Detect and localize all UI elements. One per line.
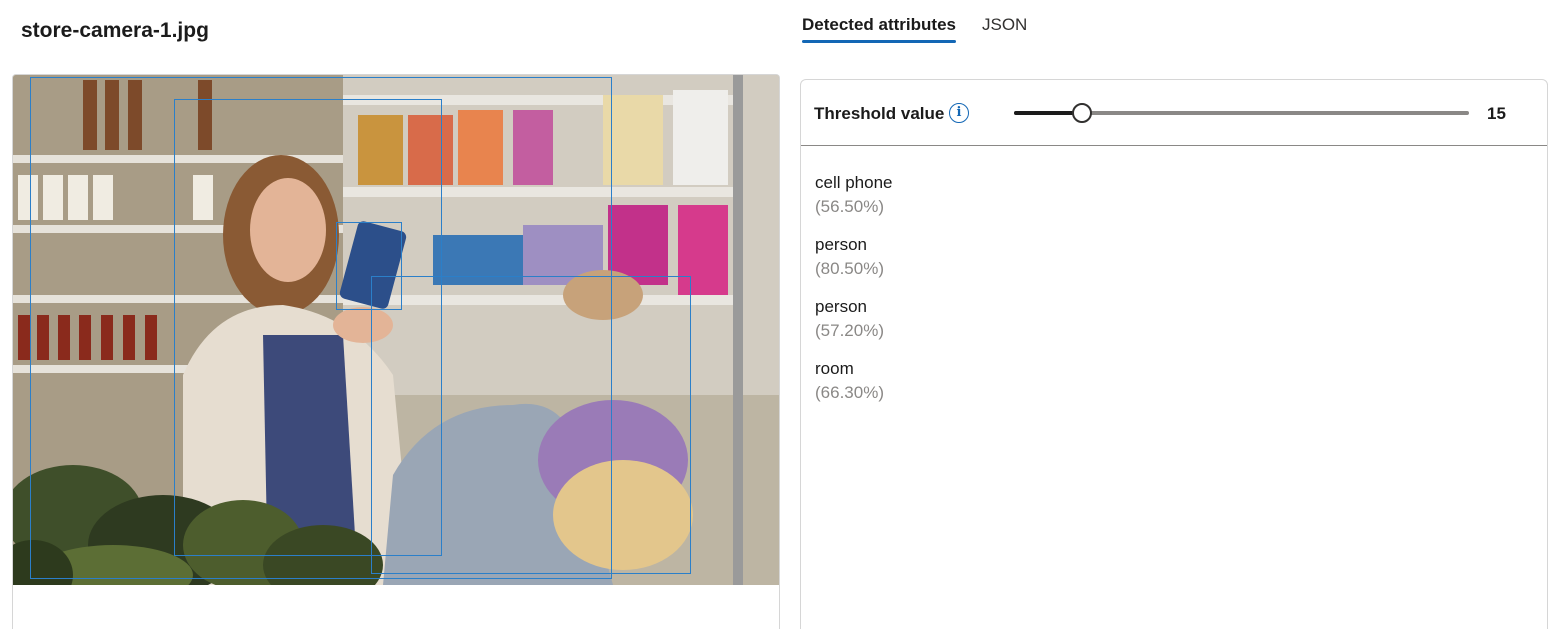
slider-thumb[interactable] bbox=[1072, 103, 1093, 123]
attribute-name: person bbox=[815, 235, 867, 254]
tab-json[interactable]: JSON bbox=[982, 0, 1027, 46]
threshold-value: 15 bbox=[1487, 104, 1506, 123]
threshold-label: Threshold value bbox=[814, 104, 945, 123]
attribute-item: room (66.30%) bbox=[815, 357, 1547, 405]
image-analysis-view: store-camera-1.jpg Detected attributes J… bbox=[0, 0, 1556, 629]
attribute-name: cell phone bbox=[815, 173, 893, 192]
attribute-confidence: (66.30%) bbox=[815, 383, 884, 402]
threshold-row: Threshold value i 15 bbox=[801, 80, 1547, 146]
file-title: store-camera-1.jpg bbox=[21, 19, 209, 42]
attribute-item: cell phone (56.50%) bbox=[815, 171, 1547, 219]
info-icon[interactable]: i bbox=[949, 103, 969, 123]
threshold-slider[interactable] bbox=[1014, 102, 1469, 124]
attribute-confidence: (56.50%) bbox=[815, 197, 884, 216]
analyzed-image bbox=[13, 75, 779, 585]
image-card bbox=[12, 74, 780, 629]
attribute-list: cell phone (56.50%) person (80.50%) pers… bbox=[801, 146, 1547, 405]
attribute-confidence: (57.20%) bbox=[815, 321, 884, 340]
result-tabs: Detected attributes JSON bbox=[802, 0, 1053, 46]
attribute-name: person bbox=[815, 297, 867, 316]
attribute-confidence: (80.50%) bbox=[815, 259, 884, 278]
bbox-person-child[interactable] bbox=[371, 276, 691, 574]
attributes-panel: Threshold value i 15 cell phone (56.50%)… bbox=[800, 79, 1548, 629]
attribute-name: room bbox=[815, 359, 854, 378]
tab-detected-attributes[interactable]: Detected attributes bbox=[802, 0, 956, 46]
attribute-item: person (80.50%) bbox=[815, 233, 1547, 281]
attribute-item: person (57.20%) bbox=[815, 295, 1547, 343]
